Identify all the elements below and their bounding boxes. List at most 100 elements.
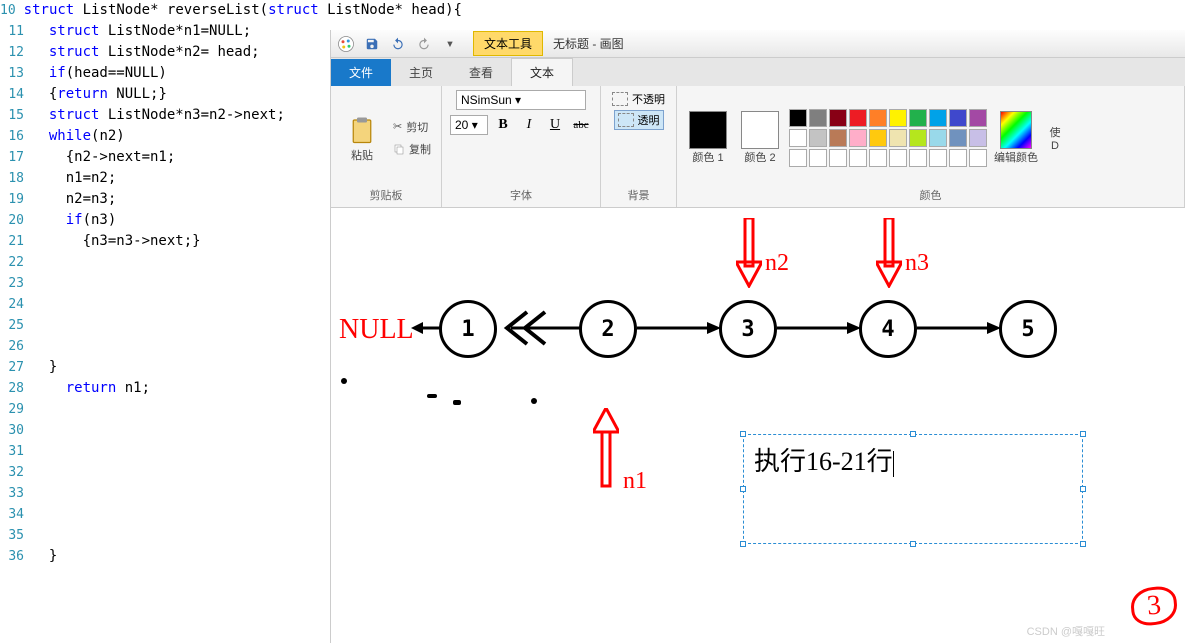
color-swatch[interactable] xyxy=(849,149,867,167)
color2-button[interactable]: 颜色 2 xyxy=(737,111,783,165)
color-swatch[interactable] xyxy=(869,149,887,167)
color-swatch[interactable] xyxy=(929,109,947,127)
redo-icon[interactable] xyxy=(413,33,435,55)
code-line[interactable]: 29 xyxy=(0,399,330,420)
color-swatch[interactable] xyxy=(809,149,827,167)
code-line[interactable]: 19 n2=n3; xyxy=(0,189,330,210)
list-node-1: 1 xyxy=(439,300,497,358)
resize-handle[interactable] xyxy=(740,431,746,437)
code-line[interactable]: 35 xyxy=(0,525,330,546)
resize-handle[interactable] xyxy=(740,541,746,547)
color-swatch[interactable] xyxy=(889,129,907,147)
code-line[interactable]: 28 return n1; xyxy=(0,378,330,399)
code-line[interactable]: 26 xyxy=(0,336,330,357)
code-line[interactable]: 32 xyxy=(0,462,330,483)
context-tab[interactable]: 文本工具 xyxy=(473,31,543,56)
resize-handle[interactable] xyxy=(740,486,746,492)
code-line[interactable]: 12 struct ListNode*n2= head; xyxy=(0,42,330,63)
code-line[interactable]: 30 xyxy=(0,420,330,441)
resize-handle[interactable] xyxy=(1080,431,1086,437)
resize-handle[interactable] xyxy=(1080,486,1086,492)
italic-button[interactable]: I xyxy=(518,114,540,136)
color-swatch[interactable] xyxy=(809,129,827,147)
color-swatch[interactable] xyxy=(909,149,927,167)
resize-handle[interactable] xyxy=(910,541,916,547)
edit-colors-button[interactable]: 编辑颜色 xyxy=(993,111,1039,165)
copy-button[interactable]: 复制 xyxy=(391,139,433,159)
color-swatch[interactable] xyxy=(849,129,867,147)
line-content xyxy=(32,315,330,336)
bold-button[interactable]: B xyxy=(492,114,514,136)
code-line[interactable]: 14 {return NULL;} xyxy=(0,84,330,105)
font-name-select[interactable]: NSimSun ▾ xyxy=(456,90,586,110)
color-swatch[interactable] xyxy=(789,129,807,147)
color-swatch[interactable] xyxy=(829,109,847,127)
text-input-box[interactable]: 执行16-21行 xyxy=(743,434,1083,544)
paste-button[interactable]: 粘贴 xyxy=(339,113,385,163)
code-line[interactable]: 18 n1=n2; xyxy=(0,168,330,189)
color-swatch[interactable] xyxy=(909,129,927,147)
code-line[interactable]: 27 } xyxy=(0,357,330,378)
resize-handle[interactable] xyxy=(1080,541,1086,547)
resize-handle[interactable] xyxy=(910,431,916,437)
color-swatch[interactable] xyxy=(949,109,967,127)
code-line[interactable]: 24 xyxy=(0,294,330,315)
code-line[interactable]: 13 if(head==NULL) xyxy=(0,63,330,84)
color-swatch[interactable] xyxy=(969,129,987,147)
color-swatch[interactable] xyxy=(929,129,947,147)
save-icon[interactable] xyxy=(361,33,383,55)
cut-button[interactable]: ✂剪切 xyxy=(391,117,433,137)
code-line[interactable]: 34 xyxy=(0,504,330,525)
color1-button[interactable]: 颜色 1 xyxy=(685,111,731,165)
color-swatch[interactable] xyxy=(869,109,887,127)
color-swatch[interactable] xyxy=(829,129,847,147)
strike-button[interactable]: abc xyxy=(570,114,592,136)
code-line[interactable]: 20 if(n3) xyxy=(0,210,330,231)
opaque-option[interactable]: 不透明 xyxy=(609,90,668,108)
code-line[interactable]: 15 struct ListNode*n3=n2->next; xyxy=(0,105,330,126)
line-content xyxy=(32,525,330,546)
line-number: 20 xyxy=(0,210,32,231)
code-line[interactable]: 11 struct ListNode*n1=NULL; xyxy=(0,21,330,42)
code-editor[interactable]: 10struct ListNode* reverseList(struct Li… xyxy=(0,0,330,643)
color-swatch[interactable] xyxy=(829,149,847,167)
color-swatch[interactable] xyxy=(929,149,947,167)
code-line[interactable]: 21 {n3=n3->next;} xyxy=(0,231,330,252)
color-swatch[interactable] xyxy=(949,129,967,147)
color-swatch[interactable] xyxy=(789,149,807,167)
color-swatch[interactable] xyxy=(889,149,907,167)
color-swatch[interactable] xyxy=(869,129,887,147)
color-swatch[interactable] xyxy=(949,149,967,167)
line-content xyxy=(32,294,330,315)
tab-file[interactable]: 文件 xyxy=(331,59,391,86)
qat-dropdown-icon[interactable]: ▾ xyxy=(439,33,461,55)
code-line[interactable]: 23 xyxy=(0,273,330,294)
code-line[interactable]: 36 } xyxy=(0,546,330,567)
arrow-2-to-3 xyxy=(637,320,721,336)
transparent-option[interactable]: 透明 xyxy=(614,110,664,130)
code-line[interactable]: 10struct ListNode* reverseList(struct Li… xyxy=(0,0,330,21)
tab-strip: 文件 主页 查看 文本 xyxy=(331,58,1185,86)
tab-text[interactable]: 文本 xyxy=(511,58,573,86)
code-line[interactable]: 17 {n2->next=n1; xyxy=(0,147,330,168)
code-line[interactable]: 16 while(n2) xyxy=(0,126,330,147)
code-line[interactable]: 31 xyxy=(0,441,330,462)
code-line[interactable]: 25 xyxy=(0,315,330,336)
color-swatch[interactable] xyxy=(849,109,867,127)
paint-canvas[interactable]: NULL 1 2 3 4 5 n2 n3 xyxy=(331,208,1185,643)
color-swatch[interactable] xyxy=(889,109,907,127)
use-button[interactable]: 使 D xyxy=(1045,124,1065,152)
code-line[interactable]: 33 xyxy=(0,483,330,504)
color-swatch[interactable] xyxy=(789,109,807,127)
color-swatch[interactable] xyxy=(909,109,927,127)
color-swatch[interactable] xyxy=(969,149,987,167)
undo-icon[interactable] xyxy=(387,33,409,55)
line-content: while(n2) xyxy=(32,126,330,147)
tab-home[interactable]: 主页 xyxy=(391,59,451,86)
tab-view[interactable]: 查看 xyxy=(451,59,511,86)
underline-button[interactable]: U xyxy=(544,114,566,136)
code-line[interactable]: 22 xyxy=(0,252,330,273)
font-size-select[interactable]: 20 ▾ xyxy=(450,115,488,135)
color-swatch[interactable] xyxy=(809,109,827,127)
color-swatch[interactable] xyxy=(969,109,987,127)
